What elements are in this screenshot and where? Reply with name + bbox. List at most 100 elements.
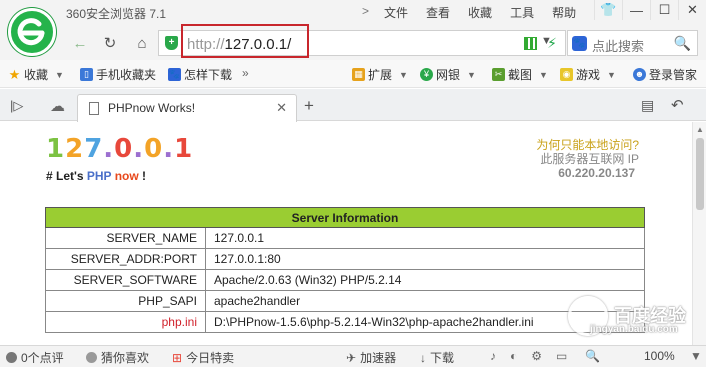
undo-close-icon[interactable]: ↶ [671, 96, 684, 114]
tagline-suffix: ! [138, 169, 147, 183]
toolbar-screenshot[interactable]: ✂ 截图 ▼ [492, 66, 548, 83]
table-row: PHP_SAPI apache2handler [45, 290, 645, 312]
scrollbar-thumb[interactable] [696, 138, 704, 210]
chevron-down-icon: ▼ [539, 69, 548, 80]
search-input[interactable]: 点此搜索 [592, 36, 644, 55]
chevron-down-icon: ▼ [55, 69, 64, 80]
scissors-icon: ✂ [492, 68, 505, 81]
menu-tools[interactable]: 工具 [501, 4, 543, 21]
bookmarks-bar: ★ 收藏 ▼ ▯ 手机收藏夹 🐾 怎样下载 » ▦ 扩展 ▼ ¥ 网银 ▼ ✂ … [0, 60, 706, 88]
chevron-down-icon[interactable]: ▼ [541, 35, 552, 47]
minimize-button[interactable]: — [622, 0, 650, 20]
tab-close-icon[interactable]: ✕ [276, 100, 287, 116]
search-box[interactable]: 🐾 点此搜索 🔍 [567, 30, 698, 56]
status-accelerator[interactable]: ✈ 加速器 [346, 349, 396, 366]
security-shield-icon[interactable]: + [165, 36, 178, 50]
title-bar: 360安全浏览器 7.1 > 文件 查看 收藏 工具 帮助 👕 — ☐ ✕ [0, 0, 706, 26]
user-icon: ☻ [633, 68, 646, 81]
gamepad-icon: ◉ [560, 68, 573, 81]
toolbar-games[interactable]: ◉ 游戏 ▼ [560, 66, 616, 83]
status-label: 今日特卖 [186, 351, 235, 365]
window-icon[interactable]: ▭ [556, 349, 567, 363]
big-ip-char: 1 [46, 134, 66, 164]
toolbar-extensions[interactable]: ▦ 扩展 ▼ [352, 66, 408, 83]
status-icons: ♪ ◐ ⚙ ▭ 🔍 [490, 349, 600, 363]
tagline-now: now [114, 169, 139, 183]
new-tab-button[interactable]: + [304, 96, 314, 116]
status-bar: 0个点评 猜你喜欢 ⊞ 今日特卖 ✈ 加速器 ↓ 下载 ♪ ◐ ⚙ ▭ 🔍 100% … [0, 345, 706, 367]
server-info-table: Server Information SERVER_NAME 127.0.0.1 … [45, 207, 645, 333]
scroll-up-icon[interactable]: ▲ [696, 125, 704, 134]
table-row: SERVER_ADDR:PORT 127.0.0.1:80 [45, 248, 645, 270]
toolbar-label: 登录管家 [649, 68, 698, 82]
search-engine-icon[interactable]: 🐾 [572, 36, 587, 51]
table-value: 127.0.0.1 [205, 227, 645, 249]
address-bar[interactable]: + http://127.0.0.1/ ⚡ [158, 24, 566, 58]
bookmark-favorites[interactable]: ★ 收藏 ▼ [8, 66, 64, 83]
toolbar-label: 扩展 [368, 68, 393, 82]
status-label: 猜你喜欢 [101, 351, 150, 365]
zoom-icon[interactable]: 🔍 [585, 349, 600, 363]
zoom-dropdown-icon[interactable]: ▼ [690, 349, 702, 363]
menu-chevron-icon[interactable]: > [362, 4, 375, 21]
back-icon[interactable]: ← [70, 33, 90, 53]
bookmark-label: 收藏 [24, 68, 49, 82]
sound-icon[interactable]: ♪ [490, 349, 496, 363]
browser-logo-icon[interactable] [8, 8, 56, 56]
status-comments[interactable]: 0个点评 [6, 349, 64, 366]
status-label: 0个点评 [21, 351, 64, 365]
menu-view[interactable]: 查看 [417, 4, 459, 21]
home-icon[interactable]: ⌂ [132, 33, 152, 53]
watermark-subtext: jingyan.baidu.com [590, 324, 678, 335]
bookmarks-overflow-button[interactable]: » [242, 66, 249, 80]
bookmark-mobile[interactable]: ▯ 手机收藏夹 [80, 66, 156, 83]
local-access-link[interactable]: 为何只能本地访问? [536, 138, 639, 152]
tab-bar: |▷ ☁ PHPnow Works! ✕ + ▤ ↶ [0, 89, 706, 122]
chevron-down-icon: ▼ [399, 69, 408, 80]
status-recommend[interactable]: 猜你喜欢 [86, 349, 149, 366]
server-ip-label: 此服务器互联网 IP [540, 152, 639, 166]
zoom-level[interactable]: 100% [644, 349, 675, 363]
toolbar-login-manager[interactable]: ☻ 登录管家 [633, 66, 697, 83]
tagline-php: PHP [86, 169, 112, 183]
big-ip-char: 2 [65, 134, 85, 164]
menu-favorites[interactable]: 收藏 [459, 4, 501, 21]
qr-code-icon[interactable] [524, 37, 538, 50]
sidebar-toggle-icon[interactable]: |▷ [10, 98, 23, 114]
settings-icon[interactable]: ⚙ [531, 349, 542, 363]
tagline-prefix: # Let's [46, 169, 87, 183]
bookmark-label: 手机收藏夹 [96, 68, 157, 82]
maximize-button[interactable]: ☐ [650, 0, 678, 20]
close-button[interactable]: ✕ [678, 0, 706, 20]
toolbar-label: 网银 [436, 68, 461, 82]
globe-icon[interactable]: ◐ [510, 349, 517, 363]
table-key: SERVER_SOFTWARE [45, 269, 206, 291]
grid-icon: ▦ [352, 68, 365, 81]
table-key: SERVER_NAME [45, 227, 206, 249]
paw-icon: 🐾 [168, 68, 181, 81]
tab-list-icon[interactable]: ▤ [641, 97, 654, 114]
accelerator-icon: ✈ [346, 350, 357, 365]
bookmark-how-to-download[interactable]: 🐾 怎样下载 [168, 66, 232, 83]
skin-icon[interactable]: 👕 [594, 0, 622, 20]
cloud-icon[interactable]: ☁ [50, 97, 65, 115]
url-text[interactable]: http://127.0.0.1/ [187, 36, 291, 53]
sale-icon: ⊞ [172, 350, 183, 365]
chevron-down-icon: ▼ [467, 69, 476, 80]
url-host: 127.0.0.1/ [224, 36, 292, 53]
tagline: # Let's PHP now ! [46, 169, 146, 183]
toolbar-label: 游戏 [576, 68, 601, 82]
refresh-icon[interactable]: ↻ [100, 33, 120, 53]
status-downloads[interactable]: ↓ 下载 [420, 349, 454, 366]
table-row: php.ini D:\PHPnow-1.5.6\php-5.2.14-Win32\… [45, 311, 645, 333]
menu-help[interactable]: 帮助 [543, 4, 585, 21]
toolbar-label: 截图 [508, 68, 533, 82]
search-icon[interactable]: 🔍 [674, 35, 691, 52]
tab-active[interactable]: PHPnow Works! ✕ [77, 94, 297, 122]
menu-file[interactable]: 文件 [375, 4, 417, 21]
big-ip-char: 0 [144, 134, 164, 164]
toolbar-online-banking[interactable]: ¥ 网银 ▼ [420, 66, 476, 83]
table-key-phpini-link[interactable]: php.ini [45, 311, 206, 333]
status-daily-sale[interactable]: ⊞ 今日特卖 [172, 349, 234, 366]
download-icon: ↓ [420, 350, 426, 365]
